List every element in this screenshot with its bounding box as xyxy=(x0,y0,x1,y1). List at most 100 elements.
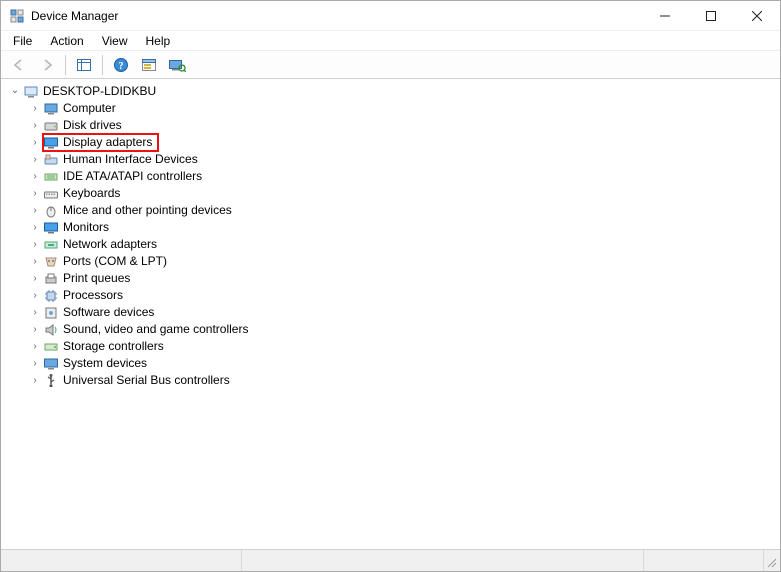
tree-item[interactable]: › Processors xyxy=(27,287,778,304)
tree-item-label: Human Interface Devices xyxy=(63,151,198,168)
tree-item-label: Universal Serial Bus controllers xyxy=(63,372,230,389)
category-icon xyxy=(43,169,59,185)
expander-icon[interactable]: › xyxy=(27,270,43,287)
expander-icon[interactable]: › xyxy=(27,134,43,151)
category-icon xyxy=(43,118,59,134)
tree-item-label: Print queues xyxy=(63,270,130,287)
tree-item[interactable]: › IDE ATA/ATAPI controllers xyxy=(27,168,778,185)
tree-item[interactable]: › Storage controllers xyxy=(27,338,778,355)
tree-item[interactable]: › Network adapters xyxy=(27,236,778,253)
tree-item[interactable]: › Ports (COM & LPT) xyxy=(27,253,778,270)
expander-icon[interactable]: › xyxy=(27,304,43,321)
toolbar-separator xyxy=(102,55,103,75)
category-icon xyxy=(43,305,59,321)
expander-icon[interactable]: › xyxy=(27,253,43,270)
category-icon xyxy=(43,271,59,287)
expander-icon[interactable]: › xyxy=(27,236,43,253)
expander-icon[interactable]: › xyxy=(27,338,43,355)
tree-item[interactable]: › Computer xyxy=(27,100,778,117)
tree-item-label: Software devices xyxy=(63,304,154,321)
tree-item[interactable]: › Human Interface Devices xyxy=(27,151,778,168)
category-icon xyxy=(43,373,59,389)
window-title: Device Manager xyxy=(31,9,642,23)
back-button[interactable] xyxy=(7,54,31,76)
status-cell xyxy=(644,550,764,571)
show-hidden-button[interactable] xyxy=(72,54,96,76)
expander-icon[interactable]: › xyxy=(27,100,43,117)
category-icon xyxy=(43,339,59,355)
tree-item[interactable]: › Software devices xyxy=(27,304,778,321)
resize-grip[interactable] xyxy=(764,550,780,571)
tree-root-label: DESKTOP-LDIDKBU xyxy=(43,83,156,100)
expander-icon[interactable]: › xyxy=(27,151,43,168)
tree-item-label: Mice and other pointing devices xyxy=(63,202,232,219)
menu-action[interactable]: Action xyxy=(42,33,91,49)
tree-item[interactable]: › Mice and other pointing devices xyxy=(27,202,778,219)
status-cell xyxy=(1,550,242,571)
category-icon xyxy=(43,135,59,151)
expander-icon[interactable]: › xyxy=(27,355,43,372)
tree-item[interactable]: › System devices xyxy=(27,355,778,372)
tree-root[interactable]: ⌄ DESKTOP-LDIDKBU xyxy=(7,83,778,100)
title-bar: Device Manager xyxy=(1,1,780,31)
expander-icon[interactable]: › xyxy=(27,287,43,304)
window-buttons xyxy=(642,1,780,30)
toolbar-separator xyxy=(65,55,66,75)
properties-button[interactable] xyxy=(137,54,161,76)
status-bar xyxy=(1,549,780,571)
category-icon xyxy=(43,322,59,338)
expander-icon[interactable]: › xyxy=(27,202,43,219)
tree-item[interactable]: › Universal Serial Bus controllers xyxy=(27,372,778,389)
scan-hardware-button[interactable] xyxy=(165,54,189,76)
menu-file[interactable]: File xyxy=(5,33,40,49)
status-cell xyxy=(242,550,644,571)
help-button[interactable]: ? xyxy=(109,54,133,76)
menu-view[interactable]: View xyxy=(94,33,136,49)
tree-item-label: System devices xyxy=(63,355,147,372)
category-icon xyxy=(43,101,59,117)
app-icon xyxy=(9,8,25,24)
menu-help[interactable]: Help xyxy=(138,33,179,49)
menu-bar: File Action View Help xyxy=(1,31,780,51)
category-icon xyxy=(43,356,59,372)
computer-icon xyxy=(23,84,39,100)
close-button[interactable] xyxy=(734,1,780,30)
tree-item[interactable]: › Print queues xyxy=(27,270,778,287)
svg-text:?: ? xyxy=(119,61,124,72)
category-icon xyxy=(43,237,59,253)
category-icon xyxy=(43,203,59,219)
toolbar: ? xyxy=(1,51,780,79)
device-tree[interactable]: ⌄ DESKTOP-LDIDKBU ›Computer›Disk drives›… xyxy=(1,79,780,549)
category-icon xyxy=(43,220,59,236)
tree-item-label: Sound, video and game controllers xyxy=(63,321,248,338)
maximize-button[interactable] xyxy=(688,1,734,30)
forward-button[interactable] xyxy=(35,54,59,76)
expander-icon[interactable]: › xyxy=(27,372,43,389)
category-icon xyxy=(43,186,59,202)
tree-item-label: Monitors xyxy=(63,219,109,236)
tree-item-label: Processors xyxy=(63,287,123,304)
expander-icon[interactable]: › xyxy=(27,219,43,236)
tree-item[interactable]: › Display adapters xyxy=(27,134,778,151)
tree-item[interactable]: › Disk drives xyxy=(27,117,778,134)
tree-item[interactable]: › Sound, video and game controllers xyxy=(27,321,778,338)
tree-item-label: Display adapters xyxy=(63,134,152,151)
minimize-button[interactable] xyxy=(642,1,688,30)
tree-item[interactable]: › Monitors xyxy=(27,219,778,236)
tree-item-label: Storage controllers xyxy=(63,338,164,355)
tree-item-label: Network adapters xyxy=(63,236,157,253)
tree-item-label: Keyboards xyxy=(63,185,120,202)
tree-item-label: Disk drives xyxy=(63,117,122,134)
tree-item[interactable]: › Keyboards xyxy=(27,185,778,202)
expander-icon[interactable]: › xyxy=(27,168,43,185)
expander-icon[interactable]: › xyxy=(27,321,43,338)
expander-icon[interactable]: › xyxy=(27,185,43,202)
category-icon xyxy=(43,152,59,168)
tree-item-label: Ports (COM & LPT) xyxy=(63,253,167,270)
expander-icon[interactable]: › xyxy=(27,117,43,134)
tree-item-label: IDE ATA/ATAPI controllers xyxy=(63,168,202,185)
expander-icon[interactable]: ⌄ xyxy=(7,82,23,99)
tree-item-label: Computer xyxy=(63,100,116,117)
category-icon xyxy=(43,254,59,270)
category-icon xyxy=(43,288,59,304)
